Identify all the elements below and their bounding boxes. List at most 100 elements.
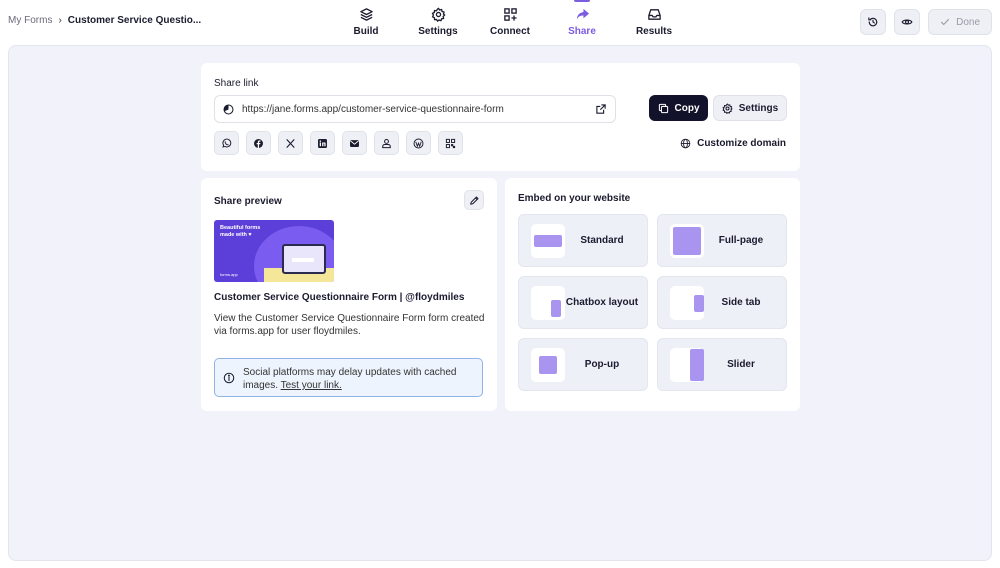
external-link-icon[interactable] (595, 103, 607, 115)
inbox-icon (647, 9, 661, 20)
share-email-button[interactable] (342, 131, 367, 155)
full-page-thumbnail (670, 223, 704, 258)
edit-preview-button[interactable] (464, 190, 484, 210)
whatsapp-icon (222, 138, 232, 148)
check-icon (941, 18, 950, 26)
side-tab-thumbnail (670, 285, 704, 320)
embed-option-label: Standard (580, 235, 624, 246)
link-settings-button[interactable]: Settings (713, 95, 787, 121)
share-link-title: Share link (214, 78, 259, 89)
embed-card: Embed on your website Standard Full-page… (505, 178, 800, 411)
test-link[interactable]: Test your link. (281, 380, 342, 391)
tab-share-label: Share (568, 26, 596, 37)
share-x-button[interactable] (278, 131, 303, 155)
grid-plus-icon (503, 8, 517, 21)
embed-option-standard[interactable]: Standard (518, 214, 648, 267)
tab-results-label: Results (635, 26, 673, 37)
embed-option-side-tab[interactable]: Side tab (657, 276, 787, 329)
tab-build-label: Build (353, 26, 379, 37)
eye-icon (901, 19, 913, 25)
qr-code-icon (445, 138, 456, 148)
breadcrumb-separator: › (58, 15, 62, 26)
breadcrumb: My Forms › Customer Service Questio... (8, 15, 201, 26)
social-share-row (214, 131, 463, 155)
share-arrow-icon (576, 8, 589, 20)
preview-description: View the Customer Service Questionnaire … (214, 313, 485, 337)
share-link-card: Share link https://jane.forms.app/custom… (201, 63, 800, 171)
share-preview-title: Share preview (214, 196, 282, 207)
thumbnail-logo: forms.app (220, 272, 238, 277)
pie-globe-icon (223, 104, 234, 114)
facebook-icon (254, 138, 263, 148)
done-label: Done (956, 16, 980, 28)
share-canvas: Share link https://jane.forms.app/custom… (8, 45, 992, 561)
embed-option-label: Side tab (721, 297, 761, 308)
share-facebook-button[interactable] (246, 131, 271, 155)
cache-info-text: Social platforms may delay updates with … (243, 367, 457, 391)
embed-option-label: Chatbox layout (565, 297, 639, 308)
pop-up-shape (539, 355, 557, 374)
share-qr-code-button[interactable] (438, 131, 463, 155)
tab-connect-label: Connect (490, 26, 530, 37)
embed-option-label: Slider (727, 359, 755, 370)
share-url-field[interactable]: https://jane.forms.app/customer-service-… (214, 95, 616, 123)
history-button[interactable] (860, 9, 887, 35)
wordpress-icon (413, 138, 424, 148)
gear-icon (431, 7, 446, 22)
copy-icon (658, 103, 668, 113)
email-icon (350, 139, 359, 147)
full-page-shape (673, 226, 701, 255)
breadcrumb-my-forms[interactable]: My Forms (8, 15, 52, 26)
thumbnail-tagline: Beautiful forms made with ♥ (220, 225, 261, 238)
gear-icon (722, 102, 733, 114)
layers-icon (359, 8, 373, 21)
embed-option-slider[interactable]: Slider (657, 338, 787, 391)
slider-shape (690, 348, 704, 381)
user-icon (382, 138, 391, 148)
share-whatsapp-button[interactable] (214, 131, 239, 155)
top-actions: Done (860, 9, 992, 35)
embed-title: Embed on your website (518, 193, 631, 204)
globe-icon (680, 138, 691, 149)
tab-settings-label: Settings (418, 26, 458, 37)
copy-label: Copy (674, 102, 700, 114)
cache-info-note: Social platforms may delay updates with … (214, 358, 483, 397)
embed-option-full-page[interactable]: Full-page (657, 214, 787, 267)
embed-option-label: Pop-up (584, 359, 620, 370)
pencil-icon (469, 195, 479, 205)
pop-up-thumbnail (531, 347, 565, 382)
link-settings-label: Settings (738, 102, 779, 114)
embed-option-label: Full-page (718, 235, 764, 246)
tab-build[interactable]: Build (330, 0, 402, 44)
done-button[interactable]: Done (928, 9, 992, 35)
linkedin-icon (318, 138, 327, 148)
share-wordpress-button[interactable] (406, 131, 431, 155)
side-tab-shape (694, 294, 704, 312)
info-icon (223, 372, 235, 384)
preview-button[interactable] (894, 9, 921, 35)
embed-option-pop-up[interactable]: Pop-up (518, 338, 648, 391)
preview-thumbnail: Beautiful forms made with ♥ forms.app (214, 220, 334, 282)
share-preview-card: Share preview Beautiful forms made with … (201, 178, 497, 411)
embed-options-grid: Standard Full-page Chatbox layout Side t… (518, 214, 787, 391)
breadcrumb-current-form[interactable]: Customer Service Questio... (68, 15, 201, 26)
customize-domain-label: Customize domain (697, 138, 786, 149)
share-user-button[interactable] (374, 131, 399, 155)
tab-connect[interactable]: Connect (474, 0, 546, 44)
thumbnail-tablet-graphic (282, 244, 326, 274)
embed-option-chatbox-layout[interactable]: Chatbox layout (518, 276, 648, 329)
standard-shape (534, 234, 562, 247)
tab-share[interactable]: Share (546, 0, 618, 44)
preview-heading: Customer Service Questionnaire Form | @f… (214, 292, 465, 303)
cache-info-text-block: Social platforms may delay updates with … (243, 366, 474, 392)
standard-thumbnail (531, 223, 565, 258)
x-icon (286, 138, 295, 148)
share-linkedin-button[interactable] (310, 131, 335, 155)
tab-results[interactable]: Results (618, 0, 690, 44)
history-icon (868, 17, 878, 27)
tab-settings[interactable]: Settings (402, 0, 474, 44)
customize-domain-link[interactable]: Customize domain (680, 138, 786, 149)
share-url-text: https://jane.forms.app/customer-service-… (242, 103, 504, 115)
copy-button[interactable]: Copy (649, 95, 708, 121)
slider-thumbnail (670, 347, 704, 382)
